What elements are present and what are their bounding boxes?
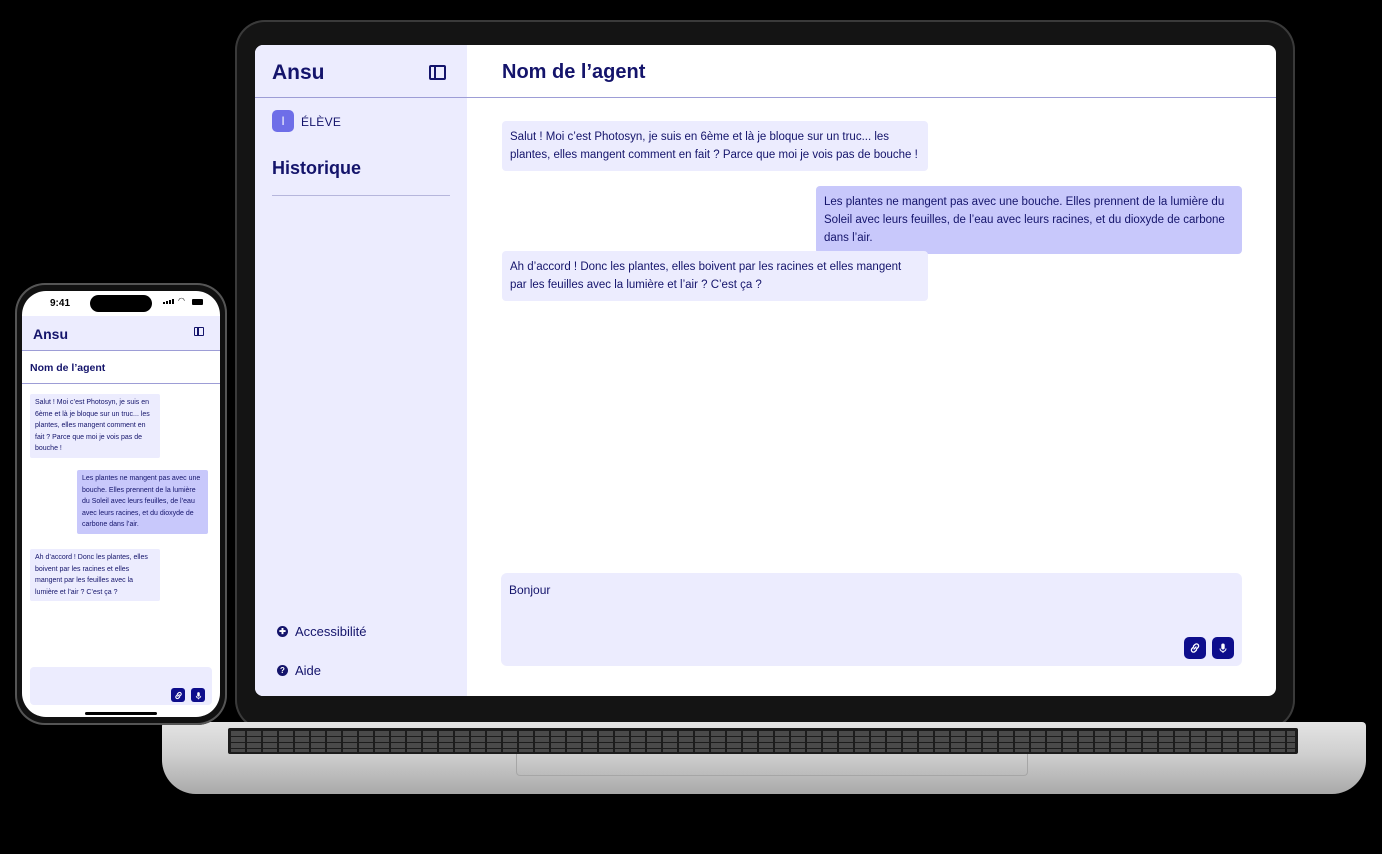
- link-icon: [174, 691, 182, 699]
- message-user: Les plantes ne mangent pas avec une bouc…: [77, 470, 208, 534]
- help-label: Aide: [295, 663, 322, 678]
- message-agent: Salut ! Moi c’est Photosyn, je suis en 6…: [502, 121, 928, 171]
- divider: [255, 97, 467, 98]
- divider: [272, 195, 450, 196]
- app-brand: Ansu: [33, 326, 68, 342]
- mobile-app: 9:41 ◠ Ansu Nom de l’agent Salut ! Moi c…: [22, 291, 220, 717]
- accessibility-label: Accessibilité: [295, 624, 367, 639]
- message-agent: Ah d’accord ! Donc les plantes, elles bo…: [30, 549, 160, 601]
- attach-button[interactable]: [171, 688, 185, 702]
- history-title: Historique: [272, 158, 362, 178]
- desktop-app: Ansu I ÉLÈVE Historique ✚ Accessibilité …: [255, 45, 1276, 696]
- wifi-icon: ◠: [178, 296, 185, 305]
- sidebar: Ansu I ÉLÈVE Historique ✚ Accessibilité …: [255, 45, 467, 696]
- status-time: 9:41: [50, 298, 71, 309]
- help-icon: ?: [277, 665, 288, 676]
- message-composer[interactable]: Bonjour: [501, 573, 1242, 666]
- role-label: ÉLÈVE: [301, 115, 342, 129]
- link-icon: [1190, 643, 1200, 653]
- accessibility-icon: ✚: [277, 626, 288, 637]
- microphone-button[interactable]: [1212, 637, 1234, 659]
- dynamic-island: [90, 295, 152, 312]
- page-title: Nom de l’agent: [30, 362, 106, 374]
- page-title: Nom de l’agent: [502, 61, 646, 83]
- laptop-keyboard: [228, 728, 1298, 754]
- home-indicator: [85, 712, 157, 715]
- message-user: Les plantes ne mangent pas avec une bouc…: [816, 186, 1242, 254]
- divider: [467, 97, 1276, 98]
- microphone-icon: [1219, 643, 1227, 653]
- help-link[interactable]: ? Aide: [277, 663, 321, 678]
- microphone-icon: [195, 691, 201, 699]
- microphone-button[interactable]: [191, 688, 205, 702]
- divider: [22, 350, 220, 351]
- accessibility-link[interactable]: ✚ Accessibilité: [277, 624, 367, 639]
- divider: [22, 383, 220, 384]
- app-brand: Ansu: [272, 61, 325, 84]
- laptop-trackpad: [516, 754, 1028, 776]
- sidebar-toggle-icon[interactable]: [194, 327, 204, 336]
- avatar: I: [272, 110, 294, 132]
- message-input[interactable]: Bonjour: [509, 583, 550, 597]
- sidebar-toggle-icon[interactable]: [429, 65, 446, 80]
- message-composer[interactable]: [30, 667, 212, 705]
- attach-button[interactable]: [1184, 637, 1206, 659]
- message-agent: Ah d’accord ! Donc les plantes, elles bo…: [502, 251, 928, 301]
- battery-icon: [192, 299, 203, 305]
- signal-icon: [163, 299, 174, 304]
- message-agent: Salut ! Moi c’est Photosyn, je suis en 6…: [30, 394, 160, 458]
